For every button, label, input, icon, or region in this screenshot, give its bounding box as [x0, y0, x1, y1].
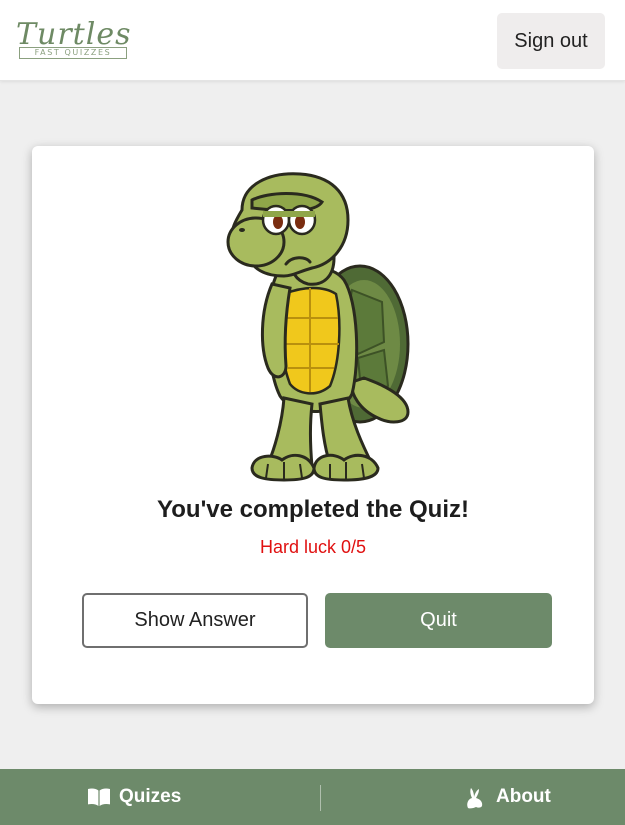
show-answer-button[interactable]: Show Answer	[82, 593, 308, 648]
nav-label-quizes: Quizes	[119, 786, 182, 807]
quiz-result-card: You've completed the Quiz! Hard luck 0/5…	[32, 146, 594, 704]
quiz-complete-title: You've completed the Quiz!	[157, 496, 469, 523]
sad-turtle-illustration	[226, 172, 410, 482]
open-book-icon	[87, 787, 111, 807]
bottom-nav: Quizes About	[0, 769, 625, 825]
logo-subtitle: FAST QUIZZES	[19, 47, 127, 59]
sign-out-button[interactable]: Sign out	[497, 13, 605, 69]
app-header: Turtles FAST QUIZZES Sign out	[0, 0, 625, 81]
score-text: Hard luck 0/5	[259, 537, 367, 557]
nav-label-about: About	[496, 786, 551, 807]
nav-divider	[320, 785, 321, 811]
nav-item-quizes[interactable]: Quizes	[87, 769, 181, 825]
nav-item-about[interactable]: About	[464, 769, 551, 825]
quit-button[interactable]: Quit	[325, 593, 552, 648]
turtles-logo[interactable]: Turtles FAST QUIZZES	[16, 18, 131, 64]
rabbit-icon	[464, 787, 488, 809]
